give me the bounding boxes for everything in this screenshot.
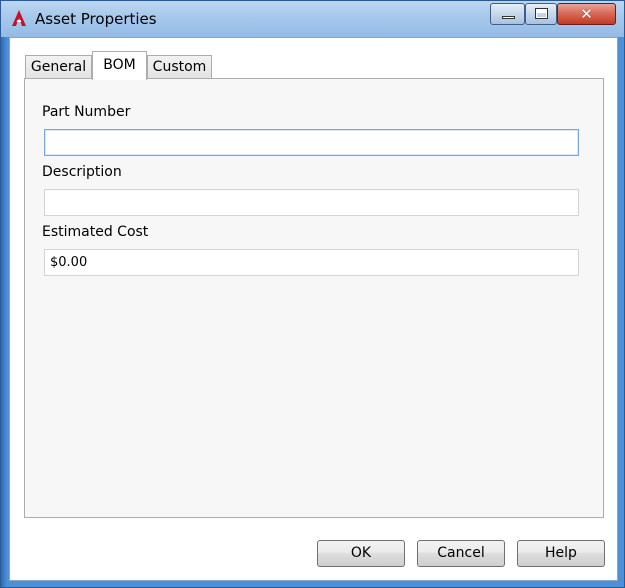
tab-bom[interactable]: BOM bbox=[92, 51, 147, 80]
maximize-icon bbox=[535, 8, 548, 19]
estimated-cost-input[interactable] bbox=[44, 249, 579, 276]
description-label: Description bbox=[42, 164, 122, 180]
estimated-cost-label: Estimated Cost bbox=[42, 224, 149, 240]
description-input[interactable] bbox=[44, 189, 579, 216]
part-number-input[interactable] bbox=[44, 129, 579, 156]
ok-button[interactable]: OK bbox=[317, 540, 405, 567]
close-icon: ✕ bbox=[580, 5, 593, 23]
bom-tab-panel: Part Number Description Estimated Cost bbox=[24, 78, 604, 518]
close-button[interactable]: ✕ bbox=[557, 3, 616, 25]
maximize-button[interactable] bbox=[525, 3, 557, 25]
part-number-label: Part Number bbox=[42, 104, 131, 120]
tab-custom[interactable]: Custom bbox=[147, 55, 212, 79]
window-title: Asset Properties bbox=[35, 10, 157, 28]
minimize-icon bbox=[502, 16, 515, 19]
autocad-logo-icon bbox=[12, 10, 26, 26]
asset-properties-window: Asset Properties ✕ General BOM Custom Pa… bbox=[0, 0, 625, 588]
title-bar[interactable]: Asset Properties ✕ bbox=[1, 1, 624, 37]
cancel-button[interactable]: Cancel bbox=[417, 540, 505, 567]
help-button[interactable]: Help bbox=[517, 540, 605, 567]
dialog-client-area: General BOM Custom Part Number Descripti… bbox=[9, 37, 618, 581]
tab-general[interactable]: General bbox=[25, 55, 92, 79]
minimize-button[interactable] bbox=[490, 3, 525, 25]
